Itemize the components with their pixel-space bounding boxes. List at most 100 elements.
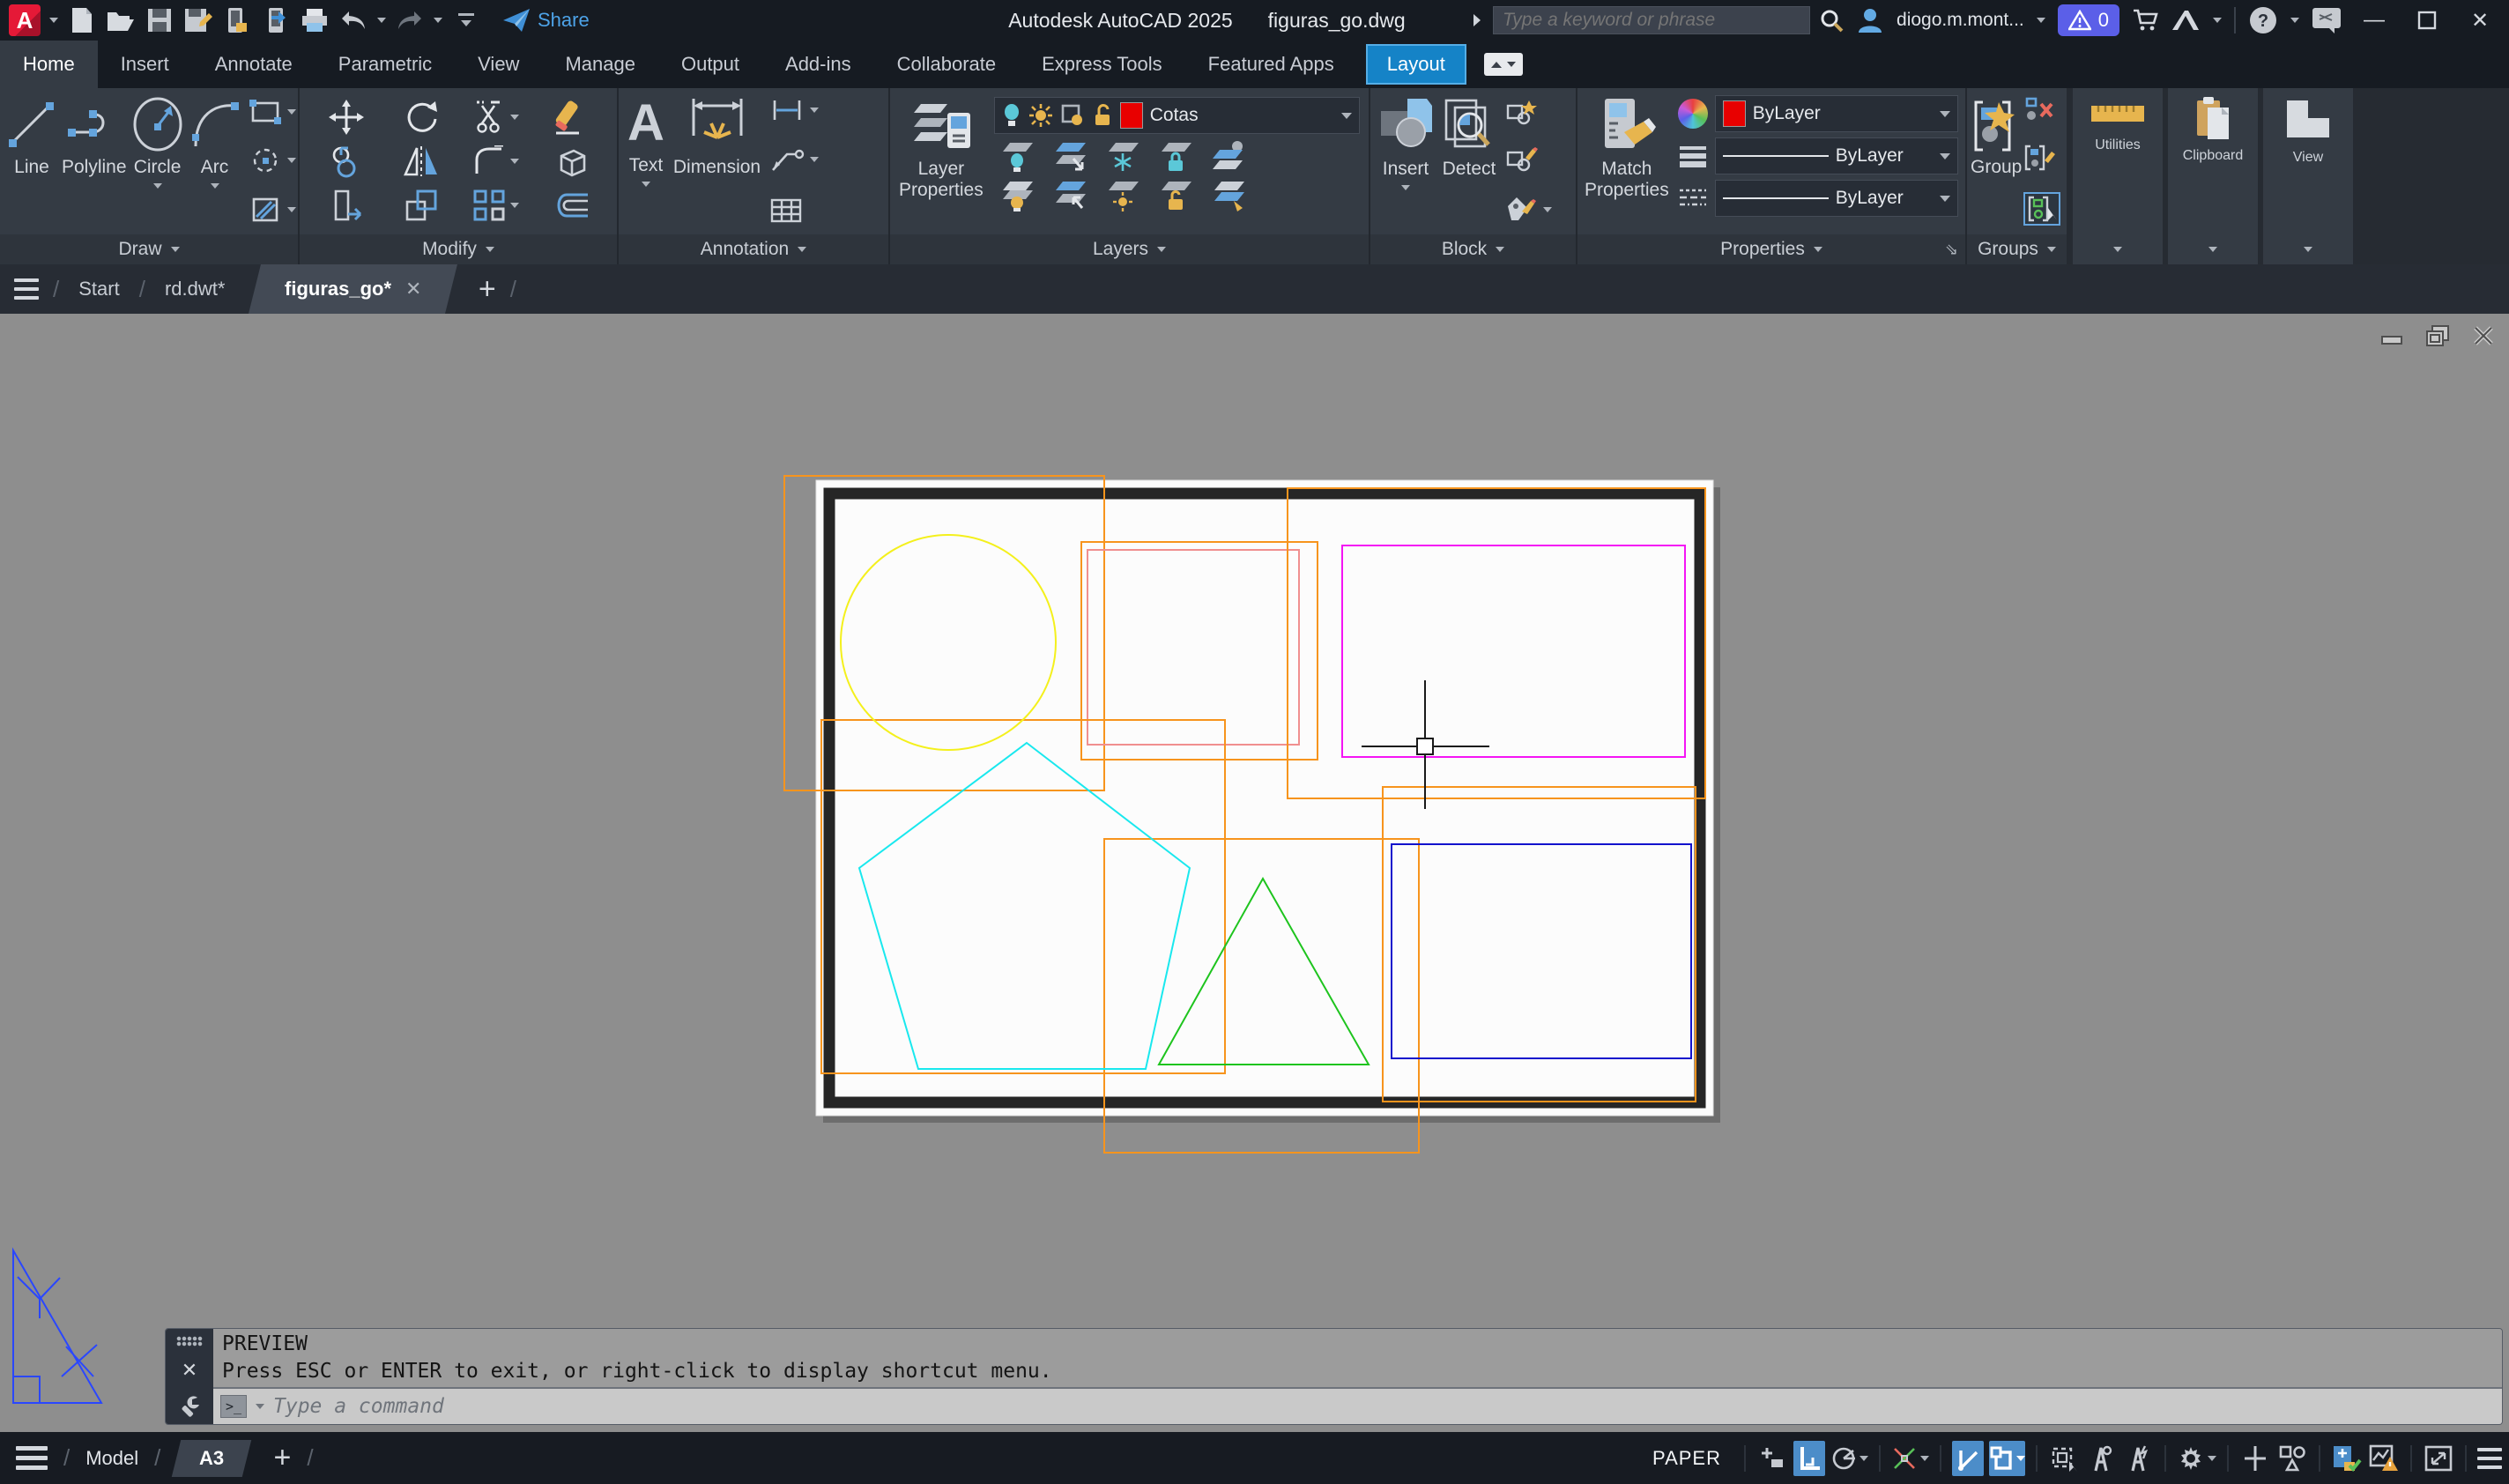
match-properties-button[interactable]: MatchProperties <box>1585 88 1669 234</box>
command-input-row[interactable]: >_ Type a command <box>213 1389 2502 1424</box>
annotation-monitor-button[interactable] <box>2331 1441 2363 1476</box>
workspace-settings-button[interactable] <box>2177 1441 2216 1476</box>
model-tab[interactable]: Model <box>85 1447 138 1470</box>
ribbon-tab-insert[interactable]: Insert <box>98 41 192 88</box>
save-to-mobile-button[interactable] <box>261 5 291 35</box>
object-color-combo[interactable]: ByLayer <box>1715 95 1958 132</box>
explode-icon[interactable] <box>553 144 590 179</box>
color-wheel-icon[interactable] <box>1678 99 1708 129</box>
annotation-panel-label[interactable]: Annotation <box>619 234 888 264</box>
cart-icon[interactable] <box>2132 7 2158 33</box>
help-icon[interactable]: ? <box>2248 5 2278 35</box>
dock-close-icon[interactable]: ✕ <box>182 1359 197 1382</box>
layer-isolate-button[interactable] <box>1052 141 1087 173</box>
polyline-button[interactable]: Polyline <box>62 88 127 234</box>
leader-caret-icon[interactable] <box>810 157 819 162</box>
search-expand-icon[interactable] <box>1473 14 1481 26</box>
file-tabs-menu-icon[interactable] <box>14 278 39 300</box>
ribbon-display-toggle-button[interactable] <box>1484 53 1523 76</box>
new-drawing-tab-button[interactable]: + <box>479 272 496 307</box>
command-prompt-icon[interactable]: >_ <box>220 1395 247 1418</box>
linetype-icon[interactable] <box>1678 187 1708 210</box>
group-edit-button[interactable] <box>2023 145 2060 171</box>
annotation-visibility-toggle[interactable] <box>2085 1441 2117 1476</box>
open-from-mobile-button[interactable] <box>222 5 252 35</box>
autodesk-menu-caret-icon[interactable] <box>2213 18 2222 23</box>
object-snap-toggle[interactable] <box>1989 1441 2025 1476</box>
group-selection-toggle-button[interactable] <box>2023 192 2060 226</box>
properties-panel-launcher-icon[interactable]: ⇘ <box>1945 241 1958 259</box>
help-menu-caret-icon[interactable] <box>2290 18 2299 23</box>
polar-tracking-caret-icon[interactable] <box>1859 1456 1868 1461</box>
insert-dropdown-caret-icon[interactable] <box>1401 185 1410 190</box>
maximize-button[interactable] <box>2407 0 2447 41</box>
undo-history-caret-icon[interactable] <box>377 18 386 23</box>
close-button[interactable]: ✕ <box>2460 0 2500 41</box>
graphics-performance-button[interactable] <box>2368 1441 2400 1476</box>
ribbon-tab-addins[interactable]: Add-ins <box>762 41 874 88</box>
lineweight-icon[interactable] <box>1678 145 1708 167</box>
create-block-button[interactable] <box>1504 99 1552 125</box>
redo-history-caret-icon[interactable] <box>434 18 442 23</box>
scale-icon[interactable] <box>404 188 439 223</box>
layer-unisolate-button[interactable] <box>1052 180 1087 211</box>
layer-properties-button[interactable]: LayerProperties <box>899 88 984 234</box>
autocad-app-logo[interactable]: A <box>9 4 41 36</box>
layer-on-button[interactable] <box>999 180 1035 211</box>
array-dropdown-caret-icon[interactable] <box>510 203 519 208</box>
layer-select-combo[interactable]: Cotas <box>994 97 1360 134</box>
arc-dropdown-caret-icon[interactable] <box>211 183 219 189</box>
trim-icon[interactable] <box>473 100 505 134</box>
ribbon-tab-home[interactable]: Home <box>0 41 98 88</box>
file-tab-start[interactable]: Start <box>73 278 124 301</box>
ribbon-tab-collaborate[interactable]: Collaborate <box>874 41 1020 88</box>
arc-button[interactable]: Arc <box>189 88 241 234</box>
dimension-button[interactable]: Dimension <box>673 88 761 234</box>
isometric-drafting-caret-icon[interactable] <box>1920 1456 1929 1461</box>
circle-button[interactable]: Circle <box>130 88 185 234</box>
isolate-objects-button[interactable] <box>2239 1441 2271 1476</box>
panel-clipboard[interactable]: Clipboard <box>2168 88 2258 264</box>
layer-off-button[interactable] <box>999 141 1035 173</box>
share-button[interactable]: Share <box>502 8 590 33</box>
ribbon-tab-featured-apps[interactable]: Featured Apps <box>1185 41 1357 88</box>
leader-button[interactable] <box>769 147 819 172</box>
new-file-button[interactable] <box>67 5 97 35</box>
text-button[interactable]: A Text <box>627 88 664 234</box>
app-menu-caret-icon[interactable] <box>49 18 58 23</box>
object-snap-tracking-toggle[interactable] <box>1952 1441 1984 1476</box>
open-file-button[interactable] <box>106 5 136 35</box>
paper-space-toggle[interactable]: PAPER <box>1640 1441 1733 1476</box>
ribbon-tab-express-tools[interactable]: Express Tools <box>1019 41 1185 88</box>
notification-badge[interactable]: 0 <box>2058 4 2119 36</box>
ribbon-tab-view[interactable]: View <box>455 41 542 88</box>
redo-button[interactable] <box>395 5 425 35</box>
user-name[interactable]: diogo.m.mont... <box>1897 10 2024 31</box>
group-button[interactable]: Group <box>1971 88 2022 234</box>
hatch-dropdown-caret-icon[interactable] <box>287 207 296 212</box>
define-attributes-button[interactable] <box>1504 196 1552 224</box>
table-button[interactable] <box>769 197 819 224</box>
layer-freeze-button[interactable] <box>1105 141 1140 173</box>
mirror-icon[interactable] <box>404 145 439 178</box>
fillet-dropdown-caret-icon[interactable] <box>510 159 519 164</box>
viewport-close-button[interactable] <box>2470 324 2497 347</box>
snap-mode-toggle[interactable] <box>1756 1441 1788 1476</box>
modify-panel-label[interactable]: Modify <box>300 234 617 264</box>
ribbon-tab-annotate[interactable]: Annotate <box>192 41 315 88</box>
search-input[interactable] <box>1493 6 1810 34</box>
command-input-placeholder[interactable]: Type a command <box>273 1395 444 1418</box>
save-as-button[interactable] <box>183 5 213 35</box>
dock-wrench-icon[interactable] <box>178 1394 201 1417</box>
ribbon-tab-output[interactable]: Output <box>658 41 762 88</box>
feedback-icon[interactable] <box>2312 6 2342 34</box>
user-avatar-icon[interactable] <box>1856 6 1884 34</box>
groups-panel-label[interactable]: Groups <box>1967 234 2067 264</box>
object-snap-caret-icon[interactable] <box>2016 1456 2025 1461</box>
rotate-icon[interactable] <box>404 100 439 135</box>
isometric-drafting-toggle[interactable] <box>1891 1441 1929 1476</box>
layout-tabs-menu-icon[interactable] <box>16 1446 48 1470</box>
polar-tracking-toggle[interactable] <box>1830 1441 1868 1476</box>
fillet-icon[interactable] <box>473 145 505 177</box>
layer-unlock-icon[interactable] <box>1092 103 1113 128</box>
